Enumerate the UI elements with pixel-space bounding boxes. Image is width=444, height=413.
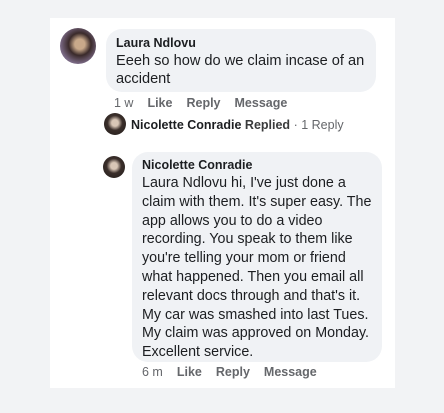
comment-timestamp[interactable]: 6 m: [142, 365, 163, 379]
avatar[interactable]: [103, 156, 125, 178]
comment-author[interactable]: Laura Ndlovu: [116, 36, 366, 50]
comment-text: Eeeh so how do we claim incase of an acc…: [116, 53, 365, 88]
reply-summary[interactable]: Nicolette Conradie Replied · 1 Reply: [131, 118, 344, 132]
reply-count: 1 Reply: [301, 118, 344, 132]
like-button[interactable]: Like: [147, 96, 172, 110]
reply-button[interactable]: Reply: [186, 96, 220, 110]
like-button[interactable]: Like: [177, 365, 202, 379]
message-button[interactable]: Message: [264, 365, 317, 379]
comment-bubble: Laura Ndlovu Eeeh so how do we claim inc…: [106, 29, 376, 92]
reply-summary-author: Nicolette Conradie: [131, 118, 242, 132]
message-button[interactable]: Message: [235, 96, 288, 110]
avatar[interactable]: [104, 113, 126, 135]
reply-button[interactable]: Reply: [216, 365, 250, 379]
comment-timestamp[interactable]: 1 w: [114, 96, 133, 110]
comment-actions: 1 w Like Reply Message: [114, 96, 287, 110]
avatar[interactable]: [60, 28, 96, 64]
comment-bubble: Nicolette Conradie Laura Ndlovu hi, I've…: [132, 152, 382, 362]
comment-author[interactable]: Nicolette Conradie: [142, 158, 372, 172]
reply-summary-verb: Replied: [244, 118, 291, 132]
comment-text: Laura Ndlovu hi, I've just done a claim …: [142, 175, 372, 361]
reply-summary-separator: ·: [293, 118, 298, 132]
comment-actions: 6 m Like Reply Message: [142, 365, 317, 379]
